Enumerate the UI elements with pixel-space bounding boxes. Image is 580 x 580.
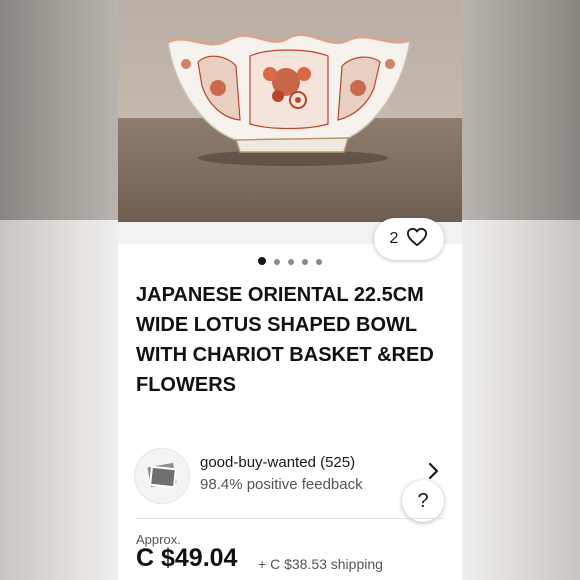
pagination-dot-2[interactable] — [274, 258, 280, 265]
seller-feedback: 98.4% positive feedback — [200, 476, 363, 493]
help-button[interactable]: ? — [402, 480, 444, 522]
seller-avatar — [134, 448, 190, 504]
listing-title: JAPANESE ORIENTAL 22.5CM WIDE LOTUS SHAP… — [136, 284, 434, 396]
listing-screen: 2 JAPANESE ORIENTAL 22.5CM WIDE LOTUS SH… — [118, 0, 462, 580]
bowl-image — [167, 33, 411, 153]
pagination-dot-5[interactable] — [316, 258, 322, 265]
photo-placeholder-icon — [147, 462, 177, 489]
pagination-dot-1[interactable] — [258, 257, 266, 265]
divider — [136, 518, 444, 519]
heart-icon — [406, 227, 428, 252]
seller-name[interactable]: good-buy-wanted (525) — [200, 454, 355, 471]
question-icon: ? — [417, 489, 429, 512]
like-count: 2 — [389, 230, 399, 247]
pagination-dot-4[interactable] — [302, 258, 308, 265]
pagination-dot-3[interactable] — [288, 258, 294, 265]
price: C $49.04 — [136, 544, 238, 572]
product-photo[interactable] — [118, 0, 462, 222]
shipping-cost: + C $38.53 shipping — [258, 556, 383, 572]
image-pagination[interactable] — [258, 257, 322, 265]
like-button[interactable]: 2 — [374, 218, 444, 260]
